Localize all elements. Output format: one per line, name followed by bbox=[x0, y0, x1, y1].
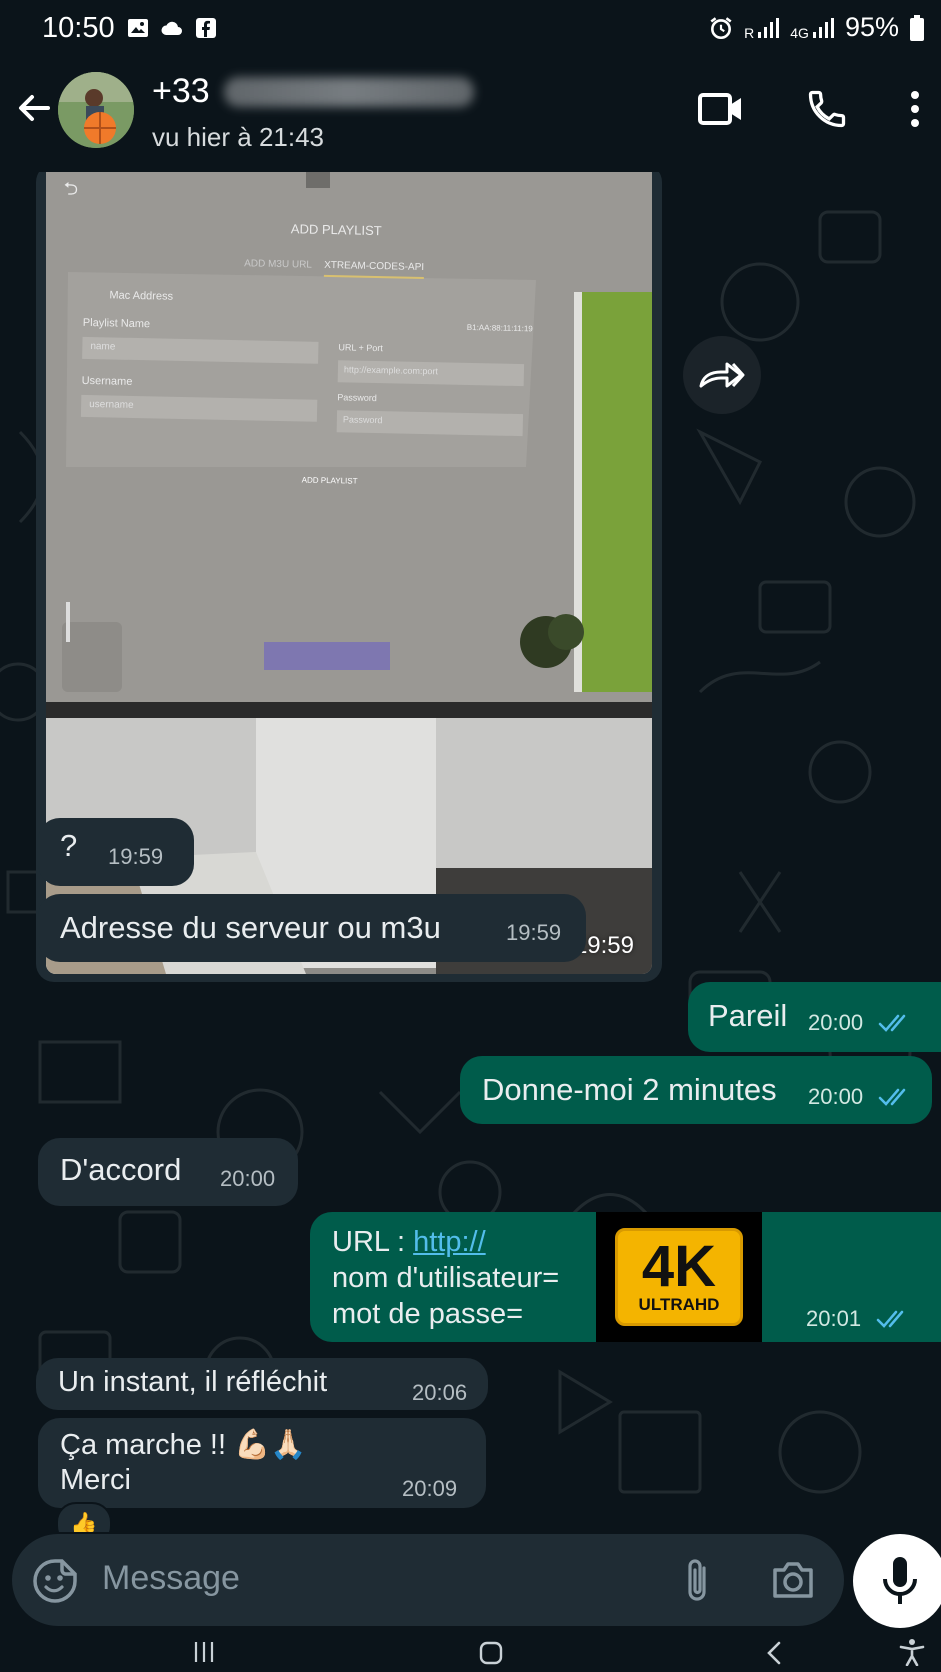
read-receipt-icon bbox=[876, 1310, 904, 1328]
tv-playlist-name-field: name bbox=[82, 336, 319, 364]
message-time: 19:59 bbox=[108, 844, 164, 869]
message-time: 20:01 bbox=[806, 1306, 862, 1331]
back-nav-icon[interactable] bbox=[764, 1640, 784, 1666]
status-bar: 10:50 R 4G 95% bbox=[0, 0, 941, 58]
message-time: 20:09 bbox=[402, 1476, 458, 1501]
contact-number: +33 bbox=[152, 72, 210, 110]
link-preview-thumbnail[interactable]: 4K ULTRAHD bbox=[596, 1212, 762, 1342]
message-text: ? bbox=[60, 828, 78, 863]
camera-icon[interactable] bbox=[770, 1558, 816, 1602]
signal-icon-2: 4G bbox=[790, 16, 835, 40]
emoji-sticker-icon[interactable] bbox=[32, 1558, 78, 1604]
facebook-icon bbox=[196, 18, 216, 38]
tv-add-playlist-button: ADD PLAYLIST bbox=[301, 475, 358, 486]
status-notification-icons bbox=[126, 16, 218, 40]
incoming-message[interactable]: D'accord 20:00 bbox=[38, 1138, 298, 1206]
message-text: Donne-moi 2 minutes bbox=[482, 1072, 777, 1107]
more-vert-icon bbox=[911, 91, 919, 127]
contact-name[interactable]: +33 bbox=[152, 72, 474, 111]
4k-ultrahd-logo: 4K ULTRAHD bbox=[615, 1228, 743, 1326]
battery-percent: 95% bbox=[844, 12, 899, 42]
url-link[interactable]: http:// bbox=[413, 1226, 486, 1258]
chat-header: +33 vu hier à 21:43 bbox=[0, 58, 941, 172]
message-text: Un instant, il réfléchit bbox=[58, 1366, 328, 1398]
message-text: Pareil bbox=[708, 998, 788, 1033]
message-text-line1: Ça marche !! 💪🏻🙏🏻 bbox=[60, 1429, 307, 1461]
read-receipt-icon bbox=[878, 1014, 906, 1032]
message-time: 19:59 bbox=[506, 920, 562, 945]
message-time: 20:00 bbox=[220, 1166, 276, 1191]
message-time: 20:00 bbox=[808, 1010, 864, 1035]
contact-avatar[interactable] bbox=[58, 72, 134, 148]
more-options-button[interactable] bbox=[890, 84, 940, 134]
tv-tab-xtream: XTREAM-CODES-API bbox=[323, 259, 425, 280]
signal-icon-1: R bbox=[744, 16, 780, 40]
message-time: 20:00 bbox=[808, 1084, 864, 1109]
alarm-icon bbox=[710, 16, 732, 39]
reaction-badge[interactable]: 👍 bbox=[56, 1502, 112, 1532]
url-line: URL : http:// bbox=[332, 1224, 592, 1260]
incoming-message[interactable]: ? 19:59 bbox=[38, 818, 194, 886]
battery-icon bbox=[910, 14, 924, 41]
message-input[interactable] bbox=[100, 1558, 624, 1599]
message-text-block: URL : http:// nom d'utilisateur= mot de … bbox=[332, 1224, 592, 1332]
outgoing-message[interactable]: Pareil 20:00 bbox=[688, 982, 941, 1052]
accessibility-icon[interactable] bbox=[898, 1638, 926, 1666]
incoming-message[interactable]: Un instant, il réfléchit 20:06 bbox=[36, 1358, 488, 1410]
voice-record-button[interactable] bbox=[853, 1534, 941, 1628]
read-receipt-icon bbox=[878, 1088, 906, 1106]
incoming-message[interactable]: Ça marche !! 💪🏻🙏🏻 Merci 20:09 bbox=[38, 1418, 486, 1508]
back-arrow-icon[interactable] bbox=[14, 88, 54, 128]
outgoing-message[interactable]: Donne-moi 2 minutes 20:00 bbox=[460, 1056, 932, 1124]
video-call-button[interactable] bbox=[696, 84, 746, 134]
tv-username-field: username bbox=[80, 394, 318, 422]
incoming-message[interactable]: Adresse du serveur ou m3u 19:59 bbox=[38, 894, 586, 962]
username-line: nom d'utilisateur= bbox=[332, 1262, 560, 1294]
tv-mac-label: Mac Address bbox=[109, 289, 174, 303]
redacted-number bbox=[223, 76, 474, 107]
back-arrow-icon: ⮌ bbox=[63, 178, 79, 199]
cloud-icon bbox=[161, 21, 182, 35]
tv-mac-value: B1:AA:88:11:11:19 bbox=[466, 322, 533, 334]
tv-tab-m3u: ADD M3U URL bbox=[244, 258, 313, 271]
preview-big-text: 4K bbox=[641, 1234, 717, 1299]
recent-apps-icon[interactable] bbox=[192, 1640, 216, 1664]
tv-password-label: Password bbox=[337, 392, 377, 404]
message-composer bbox=[12, 1534, 844, 1626]
gallery-icon bbox=[128, 19, 148, 37]
url-prefix: URL : bbox=[332, 1226, 414, 1258]
password-line: mot de passe= bbox=[332, 1298, 524, 1330]
attach-icon[interactable] bbox=[680, 1556, 714, 1606]
message-time: 20:06 bbox=[412, 1380, 468, 1405]
tv-url-port-field: http://example.com:port bbox=[337, 360, 525, 387]
preview-small-text: ULTRAHD bbox=[638, 1295, 720, 1314]
tv-url-port-label: URL + Port bbox=[338, 342, 383, 354]
voice-call-button[interactable] bbox=[802, 84, 852, 134]
message-text-line2: Merci bbox=[60, 1464, 131, 1496]
video-camera-icon bbox=[698, 93, 741, 125]
forward-icon bbox=[699, 362, 745, 388]
forward-button[interactable] bbox=[683, 336, 761, 414]
status-system-icons: R 4G 95% bbox=[708, 12, 925, 43]
tv-title: ADD PLAYLIST bbox=[290, 221, 382, 239]
message-text: D'accord bbox=[60, 1152, 182, 1187]
tv-password-field: Password bbox=[336, 410, 524, 437]
home-icon[interactable] bbox=[478, 1640, 504, 1666]
outgoing-message-with-preview[interactable]: URL : http:// nom d'utilisateur= mot de … bbox=[310, 1212, 941, 1342]
last-seen-status: vu hier à 21:43 bbox=[152, 122, 325, 152]
system-nav-bar bbox=[0, 1632, 941, 1672]
message-text: Adresse du serveur ou m3u bbox=[60, 910, 441, 945]
chat-area[interactable]: ⮌ ADD PLAYLIST ADD M3U URL XTREAM-CODES-… bbox=[0, 172, 941, 1532]
status-time: 10:50 bbox=[42, 12, 115, 44]
tv-username-label: Username bbox=[81, 374, 133, 388]
microphone-icon bbox=[883, 1557, 917, 1604]
tv-playlist-name-label: Playlist Name bbox=[82, 316, 151, 331]
phone-icon bbox=[808, 90, 846, 128]
reaction-emoji: 👍 bbox=[70, 1511, 98, 1532]
